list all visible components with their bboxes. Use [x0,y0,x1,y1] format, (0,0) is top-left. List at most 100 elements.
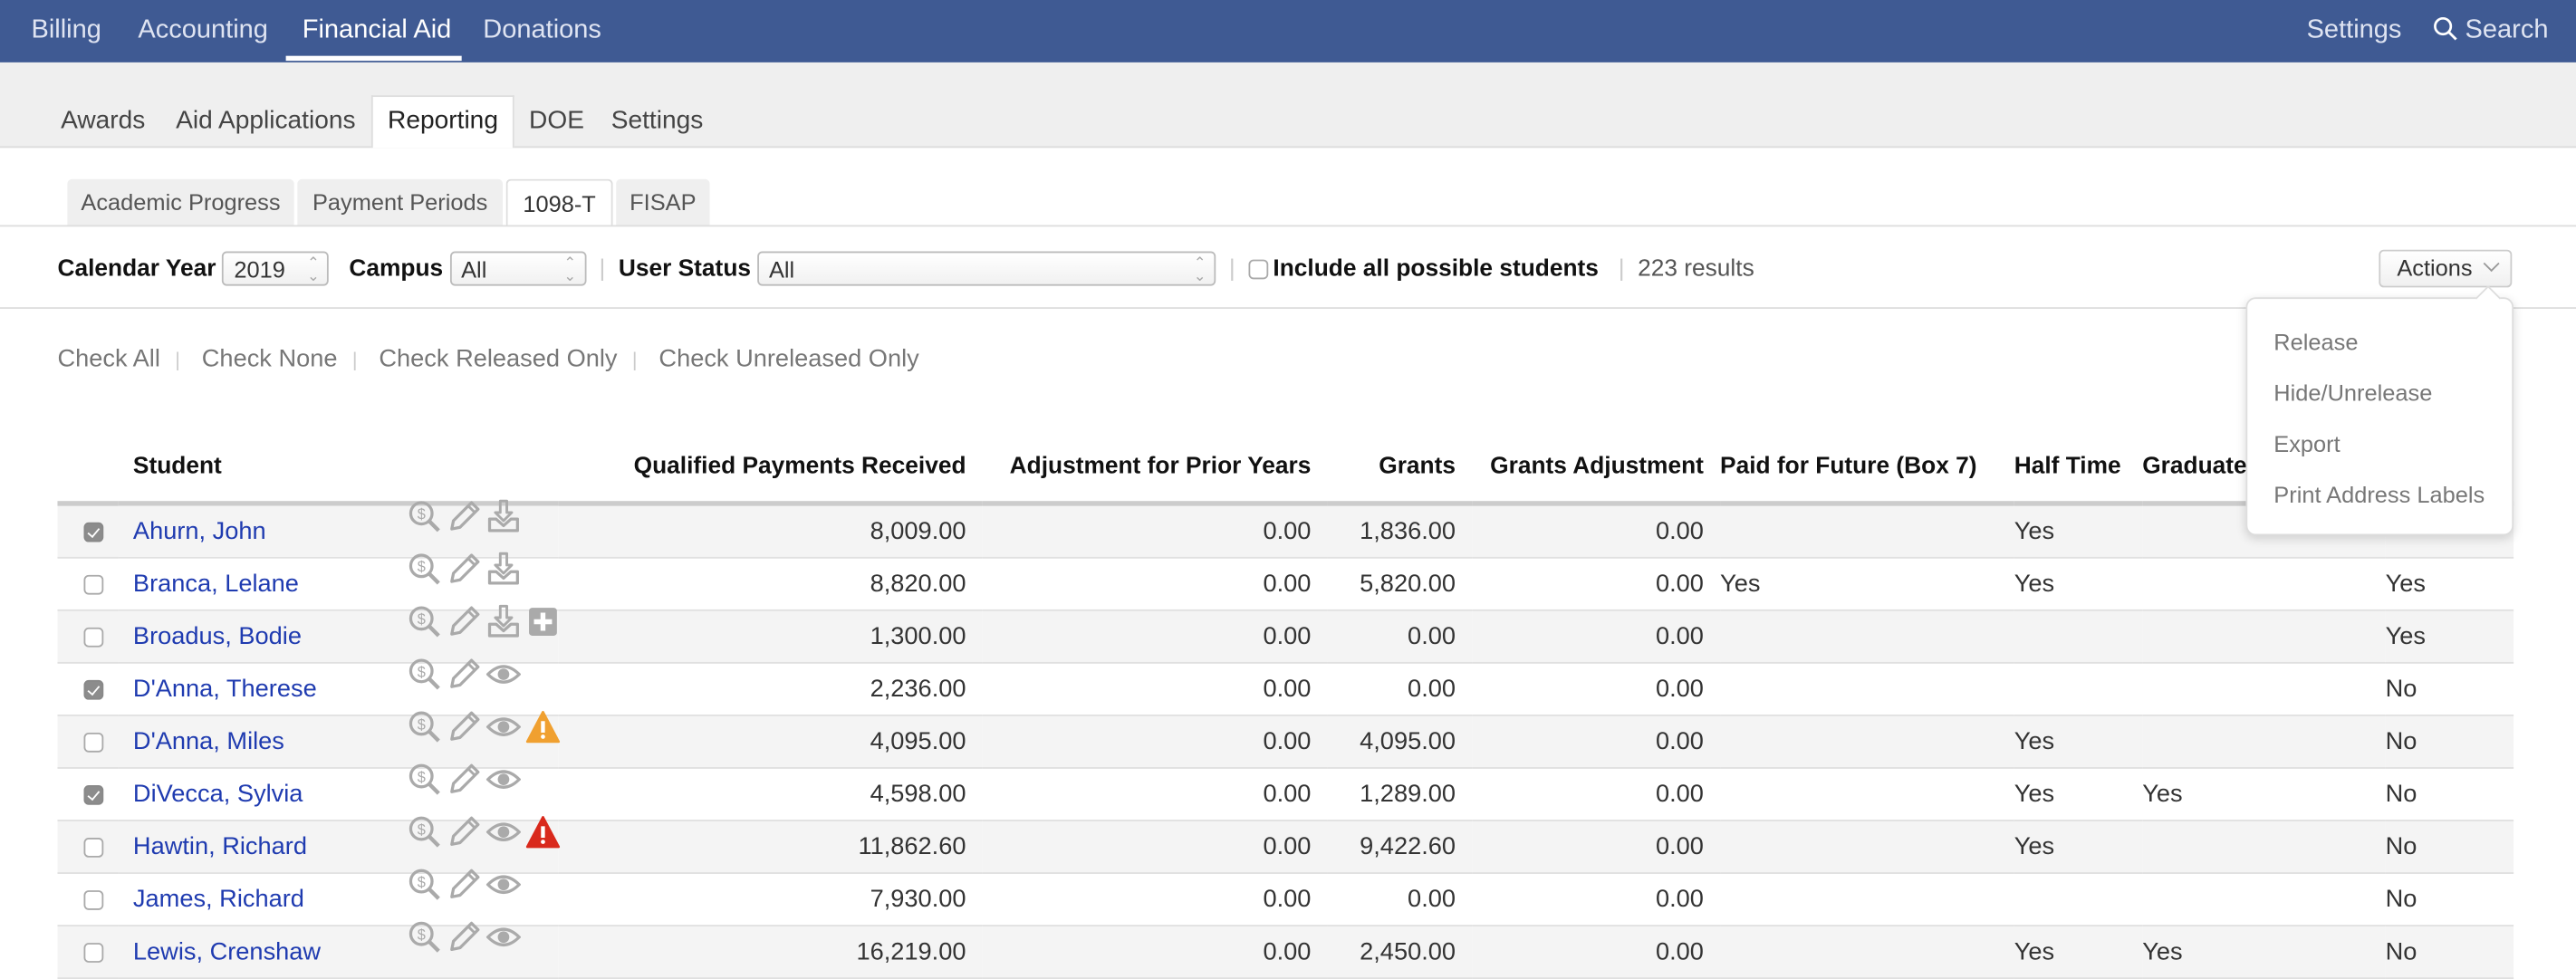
row-checkbox[interactable] [83,522,104,542]
user-status-value: All [768,255,795,283]
search-button[interactable]: Search [2433,16,2548,46]
grants-cell: 0.00 [1327,873,1473,926]
pencil-icon[interactable] [447,710,481,744]
col-student[interactable]: Student [118,402,559,506]
student-link[interactable]: James, Richard [133,886,304,914]
download-icon[interactable] [486,499,521,533]
student-link[interactable]: Lewis, Crenshaw [133,938,321,966]
calendar-year-select[interactable]: 2019 ⌃ ⌄ [222,251,330,286]
row-checkbox[interactable] [83,574,104,595]
error-icon[interactable] [525,815,561,849]
adjustment-cell: 0.00 [982,767,1328,821]
menu-item-print-address-labels[interactable]: Print Address Labels [2273,481,2485,507]
tab-aid-applications[interactable]: Aid Applications [176,107,355,137]
tab-reporting[interactable]: Reporting [388,107,498,137]
check-released-only-link[interactable]: Check Released Only [379,345,617,373]
col-grants-adjustment[interactable]: Grants Adjustment [1472,402,1721,506]
pencil-icon[interactable] [447,604,481,638]
nav-settings[interactable]: Settings [2307,16,2402,46]
student-link[interactable]: DiVecca, Sylvia [133,781,303,809]
dollar-search-icon[interactable]: $ [408,657,442,692]
download-icon[interactable] [486,552,521,586]
dollar-search-icon[interactable]: $ [408,604,442,638]
campus-select[interactable]: All ⌃ ⌄ [449,251,586,286]
dollar-search-icon[interactable]: $ [408,763,442,797]
menu-item-export[interactable]: Export [2273,430,2340,456]
tab-payment-periods[interactable]: Payment Periods [297,178,504,226]
search-icon [2434,16,2457,41]
dollar-search-icon[interactable]: $ [408,710,442,744]
check-none-link[interactable]: Check None [202,345,338,373]
paid-for-future-cell [1720,873,2014,926]
check-all-link[interactable]: Check All [57,345,159,373]
actions-button[interactable]: Actions [2379,249,2513,288]
row-checkbox[interactable] [83,943,104,963]
col-paid-for-future[interactable]: Paid for Future (Box 7) [1720,402,2014,506]
nav-billing[interactable]: Billing [31,16,101,46]
pencil-icon[interactable] [447,920,481,955]
svg-text:$: $ [418,611,426,628]
student-link[interactable]: Branca, Lelane [133,570,299,598]
tab-settings[interactable]: Settings [611,107,704,137]
student-cell: Ahurn, John $ [118,499,559,559]
row-checkbox[interactable] [83,733,104,753]
dollar-search-icon[interactable]: $ [408,815,442,849]
warning-icon[interactable] [525,710,561,744]
grants-adjustment-cell: 0.00 [1472,715,1721,769]
col-adjustment-prior-years[interactable]: Adjustment for Prior Years [982,402,1328,506]
row-checkbox[interactable] [83,679,104,700]
tab-awards[interactable]: Awards [61,107,145,137]
row-checkbox[interactable] [83,785,104,805]
student-link[interactable]: D'Anna, Miles [133,728,284,756]
dollar-search-icon[interactable]: $ [408,868,442,902]
check-unreleased-only-link[interactable]: Check Unreleased Only [658,345,918,373]
plus-square-icon[interactable] [525,604,560,638]
tab-1098t[interactable]: 1098-T [505,178,613,227]
eye-icon[interactable] [485,763,521,797]
col-half-time[interactable]: Half Time [2014,402,2143,506]
half-time-cell: Yes [2014,926,2143,979]
dollar-search-icon[interactable]: $ [408,920,442,955]
dollar-search-icon[interactable]: $ [408,499,442,533]
pencil-icon[interactable] [447,763,481,797]
col-grants[interactable]: Grants [1327,402,1473,506]
eye-icon[interactable] [485,815,521,849]
eye-icon[interactable] [485,868,521,902]
row-checkbox[interactable] [83,838,104,858]
student-link[interactable]: Hawtin, Richard [133,833,307,861]
tab-academic-progress[interactable]: Academic Progress [67,178,294,226]
grants-cell: 1,289.00 [1327,767,1473,821]
nav-financial-aid[interactable]: Financial Aid [303,16,452,46]
eye-icon[interactable] [485,710,521,744]
row-checkbox[interactable] [83,627,104,648]
nav-accounting[interactable]: Accounting [138,16,268,46]
tab-doe[interactable]: DOE [529,107,584,137]
pencil-icon[interactable] [447,815,481,849]
menu-item-hide-unrelease[interactable]: Hide/Unrelease [2273,379,2432,406]
row-checkbox[interactable] [83,890,104,910]
row-select-cell [57,662,119,716]
eye-icon[interactable] [485,920,521,955]
menu-item-release[interactable]: Release [2273,329,2358,355]
row-select-cell [57,557,119,611]
status-cell: No [2385,873,2514,926]
half-time-cell [2014,873,2143,926]
adjustment-cell: 0.00 [982,715,1328,769]
user-status-select[interactable]: All ⌃ ⌄ [757,251,1216,286]
tab-fisap[interactable]: FISAP [616,178,710,226]
student-link[interactable]: Broadus, Bodie [133,622,302,650]
download-icon[interactable] [486,604,521,638]
student-link[interactable]: D'Anna, Therese [133,675,317,703]
pencil-icon[interactable] [447,657,481,692]
1098t-table: Student Qualified Payments Received Adju… [57,402,2514,979]
eye-icon[interactable] [485,657,521,692]
dollar-search-icon[interactable]: $ [408,552,442,586]
student-link[interactable]: Ahurn, John [133,517,266,545]
include-all-checkbox[interactable] [1248,258,1268,279]
nav-donations[interactable]: Donations [483,16,601,46]
pencil-icon[interactable] [447,499,481,533]
pencil-icon[interactable] [447,552,481,586]
col-qualified-payments[interactable]: Qualified Payments Received [558,402,983,506]
pencil-icon[interactable] [447,868,481,902]
active-nav-underline [285,55,462,62]
